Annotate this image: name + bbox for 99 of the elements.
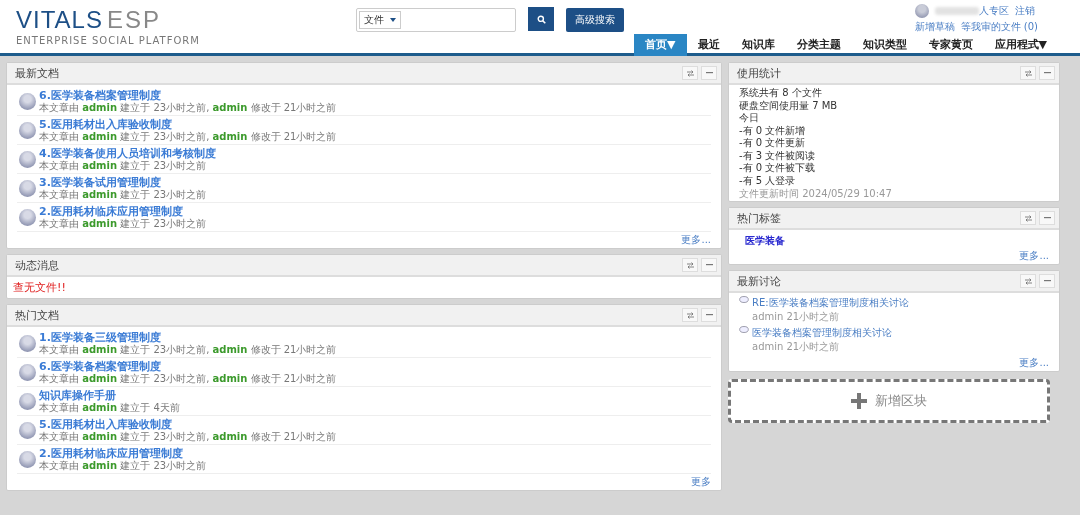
more-link[interactable]: 更多... [681,234,711,245]
document-link[interactable]: 2.医用耗材临床应用管理制度 [39,447,207,460]
nav-tab[interactable]: 最近 [686,34,731,56]
stat-line: -有 5 人登录 [739,174,797,187]
logo-product: ESP [106,6,161,34]
document-meta: 本文章由 admin 建立于 23小时之前 [39,218,207,230]
minus-icon [705,264,713,266]
minus-icon [1043,217,1051,219]
more-link[interactable]: 更多 [691,476,711,487]
minus-icon [1043,72,1051,74]
blurred-name [934,7,979,15]
avatar-icon [19,209,36,226]
discussion-link[interactable]: 医学装备档案管理制度相关讨论 [752,326,892,340]
swap-icon [1023,277,1033,285]
panel-title: 使用统计 [737,65,782,81]
discussion-meta: admin 21小时之前 [752,340,841,354]
nav-tab[interactable]: 知识类型 [851,34,918,56]
swap-icon [685,261,695,269]
caret-icon [390,18,396,22]
swap-icon [1023,214,1033,222]
discussion-meta: admin 21小时之前 [752,310,841,324]
more-link[interactable]: 更多... [1019,357,1049,368]
stat-line: 系统共有 8 个文件 [739,87,823,100]
search-button[interactable] [528,7,554,31]
document-link[interactable]: 3.医学装备试用管理制度 [39,176,207,189]
minimize-button[interactable] [701,308,717,322]
minimize-button[interactable] [1039,211,1055,225]
document-link[interactable]: 6.医学装备档案管理制度 [39,360,337,373]
user-link[interactable]: 注销 [1014,4,1035,18]
stat-line: 硬盘空间使用量 7 MB [739,99,839,112]
minimize-button[interactable] [1039,66,1055,80]
search-field[interactable]: 文件 [356,8,516,32]
nav-tab[interactable]: 首页▼ [634,34,687,56]
document-meta: 本文章由 admin 建立于 23小时之前, admin 修改于 21小时之前 [39,344,337,356]
document-meta: 本文章由 admin 建立于 23小时之前, admin 修改于 21小时之前 [39,131,337,143]
user-link[interactable]: 人专区 [978,4,1009,18]
document-link[interactable]: 4.医学装备使用人员培训和考核制度 [39,147,216,160]
panel-title: 最新文档 [15,65,60,81]
logo-tagline: ENTERPRISE SOCIAL PLATFORM [16,35,201,46]
swap-icon [685,69,695,77]
logo-brand: VITALS [16,6,103,34]
swap-icon [1023,69,1033,77]
minimize-button[interactable] [701,66,717,80]
minus-icon [705,72,713,74]
scope-dropdown[interactable]: 文件 [359,11,401,29]
stat-line: -有 0 文件被下载 [739,162,817,175]
document-link[interactable]: 6.医学装备档案管理制度 [39,89,337,102]
discussion-link[interactable]: RE:医学装备档案管理制度相关讨论 [752,296,909,310]
nav-tab[interactable]: 分类主题 [785,34,852,56]
stat-line: -有 3 文件被阅读 [739,149,817,162]
stat-line: 今日 [739,112,760,125]
tag-link[interactable]: 医学装备 [745,235,785,246]
avatar-icon [19,364,36,381]
speech-bubble-icon [739,326,749,334]
add-block-button[interactable]: 新增区块 [728,379,1050,423]
minus-icon [705,314,713,316]
avatar-icon [19,122,36,139]
document-link[interactable]: 知识库操作手册 [39,389,180,402]
avatar-icon [19,180,36,197]
avatar-icon [19,422,36,439]
user-link[interactable]: 新增草稿 [914,20,955,34]
nav-tab[interactable]: 知识库 [730,34,786,56]
avatar-icon [19,451,36,468]
document-meta: 本文章由 admin 建立于 23小时之前 [39,189,207,201]
avatar-icon [19,151,36,168]
panel-title: 热门标签 [737,210,782,226]
minimize-button[interactable] [1039,274,1055,288]
search-icon [536,14,546,24]
panel-title: 动态消息 [15,257,60,273]
minus-icon [1043,280,1051,282]
document-meta: 本文章由 admin 建立于 23小时之前, admin 修改于 21小时之前 [39,431,337,443]
document-meta: 本文章由 admin 建立于 23小时之前, admin 修改于 21小时之前 [39,373,337,385]
document-link[interactable]: 2.医用耗材临床应用管理制度 [39,205,207,218]
update-time: 文件更新时间 2024/05/29 10:47 [739,187,893,201]
avatar-icon [19,335,36,352]
avatar-icon [19,93,36,110]
document-meta: 本文章由 admin 建立于 23小时之前, admin 修改于 21小时之前 [39,102,337,114]
stat-line: -有 0 文件新增 [739,124,807,137]
stat-line: -有 0 文件更新 [739,137,807,150]
user-link[interactable]: 等我审的文件 (0) [960,20,1038,34]
document-link[interactable]: 5.医用耗材出入库验收制度 [39,418,337,431]
panel-title: 最新讨论 [737,273,782,289]
panel-title: 热门文档 [15,307,60,323]
nav-tab[interactable]: 应用程式▼ [983,34,1058,56]
plus-icon [851,393,867,409]
speech-bubble-icon [739,296,749,304]
document-meta: 本文章由 admin 建立于 23小时之前 [39,160,208,172]
more-link[interactable]: 更多... [1019,250,1049,261]
document-link[interactable]: 5.医用耗材出入库验收制度 [39,118,337,131]
nav-tab[interactable]: 专家黄页 [917,34,984,56]
empty-message: 查无文件!! [13,281,66,294]
document-meta: 本文章由 admin 建立于 23小时之前 [39,460,207,472]
avatar-icon [19,393,36,410]
minimize-button[interactable] [701,258,717,272]
document-meta: 本文章由 admin 建立于 4天前 [39,402,180,414]
document-link[interactable]: 1.医学装备三级管理制度 [39,331,337,344]
advanced-search-button[interactable]: 高级搜索 [566,8,624,32]
swap-icon [685,311,695,319]
avatar-icon [914,4,929,18]
